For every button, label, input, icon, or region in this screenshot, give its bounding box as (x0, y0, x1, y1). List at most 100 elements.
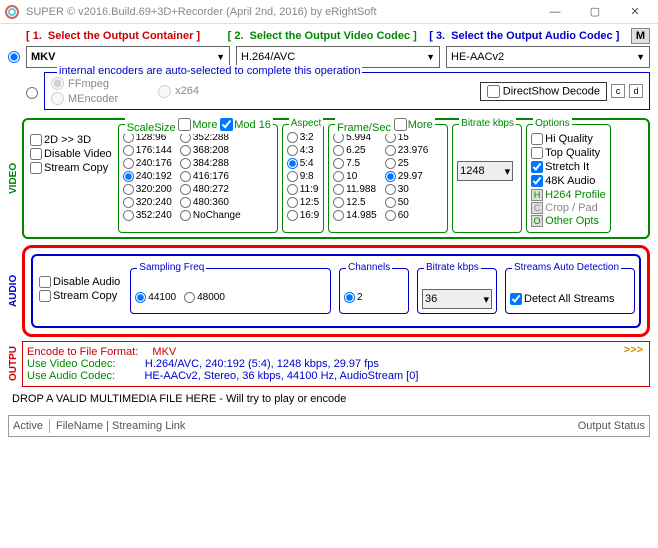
x264-radio[interactable]: x264 (158, 85, 199, 98)
scale-radio[interactable]: 320:200 (123, 184, 172, 195)
audio-section-label: AUDIO (8, 245, 22, 337)
chevron-down-icon: ▾ (483, 293, 489, 306)
app-icon (4, 4, 20, 20)
file-table-header: Active FileName | Streaming Link Output … (8, 415, 650, 437)
48k-audio-checkbox[interactable]: 48K Audio (531, 175, 606, 187)
aspect-radio[interactable]: 12:5 (287, 197, 319, 208)
fps-radio[interactable]: 23.976 (385, 145, 429, 156)
fps-radio[interactable]: 60 (385, 210, 429, 221)
scale-radio[interactable]: NoChange (180, 210, 241, 221)
steps-row: [ 1. Select the Output Container ] [ 2. … (8, 28, 650, 44)
h264-profile-button[interactable]: H (531, 189, 543, 201)
titlebar: SUPER © v2016.Build.69+3D+Recorder (Apri… (0, 0, 658, 24)
mod16-checkbox[interactable]: Mod 16 (220, 118, 271, 131)
sampling-freq-group: Sampling Freq 44100 48000 (130, 268, 331, 314)
fps-radio[interactable]: 10 (333, 171, 377, 182)
step1-num: [ 1. (26, 30, 42, 42)
top-quality-checkbox[interactable]: Top Quality (531, 147, 606, 159)
other-opts-button[interactable]: O (531, 215, 543, 227)
col-status: Output Status (578, 420, 645, 432)
scale-radio[interactable]: 320:240 (123, 197, 172, 208)
detect-streams-checkbox[interactable]: Detect All Streams (510, 293, 630, 305)
output-section: >>> Encode to File Format: MKV Use Video… (22, 341, 650, 387)
output-expand-arrows[interactable]: >>> (624, 344, 643, 356)
freq-44100-radio[interactable]: 44100 (135, 292, 176, 303)
audio-bitrate-group: Bitrate kbps 36▾ (417, 268, 497, 314)
video-section-label: VIDEO (8, 118, 22, 239)
encoder-fieldset: internal encoders are auto-selected to c… (44, 72, 650, 110)
aspect-radio[interactable]: 16:9 (287, 210, 319, 221)
fps-radio[interactable]: 6.25 (333, 145, 377, 156)
scale-radio[interactable]: 384:288 (180, 158, 241, 169)
c-button[interactable]: c (611, 84, 625, 98)
window-title: SUPER © v2016.Build.69+3D+Recorder (Apri… (26, 6, 536, 18)
stream-copy-video-checkbox[interactable]: Stream Copy (30, 162, 112, 174)
scale-radio[interactable]: 240:192 (123, 171, 172, 182)
fps-radio[interactable]: 30 (385, 184, 429, 195)
fps-more-checkbox[interactable]: More (394, 118, 433, 131)
fps-radio[interactable]: 29.97 (385, 171, 429, 182)
channels-2-radio[interactable]: 2 (344, 292, 404, 303)
fps-radio[interactable]: 7.5 (333, 158, 377, 169)
chevron-down-icon: ▼ (216, 52, 225, 62)
fps-radio[interactable]: 14.985 (333, 210, 377, 221)
scale-radio[interactable]: 352:240 (123, 210, 172, 221)
2d-3d-checkbox[interactable]: 2D >> 3D (30, 134, 112, 146)
directshow-button[interactable]: DirectShow Decode (480, 82, 607, 101)
close-button[interactable]: ✕ (616, 2, 654, 22)
hi-quality-checkbox[interactable]: Hi Quality (531, 133, 606, 145)
chevron-down-icon: ▼ (426, 52, 435, 62)
m-button[interactable]: M (631, 28, 650, 44)
stream-copy-audio-checkbox[interactable]: Stream Copy (39, 290, 120, 302)
minimize-button[interactable]: — (536, 2, 574, 22)
stretch-checkbox[interactable]: Stretch It (531, 161, 606, 173)
output-section-label: OUTPU (8, 341, 22, 387)
step1-text: Select the Output Container ] (48, 30, 222, 42)
drop-zone-text[interactable]: DROP A VALID MULTIMEDIA FILE HERE - Will… (8, 387, 650, 411)
scalesize-group: ScaleSize More Mod 16 128:96 176:144 240… (118, 124, 278, 233)
chevron-down-icon: ▾ (505, 165, 511, 178)
fps-radio[interactable]: 11.988 (333, 184, 377, 195)
aspect-radio[interactable]: 4:3 (287, 145, 319, 156)
aspect-group: Aspect 3:2 4:3 5:4 9:8 11:9 12:5 16:9 (282, 124, 324, 233)
d-button[interactable]: d (629, 84, 643, 98)
framerate-group: Frame/Sec More 5.994 6.25 7.5 10 11.988 … (328, 124, 448, 233)
scale-radio[interactable]: 368:208 (180, 145, 241, 156)
step3-num: [ 3. (429, 30, 445, 42)
encoder-legend: internal encoders are auto-selected to c… (57, 65, 362, 77)
freq-48000-radio[interactable]: 48000 (184, 292, 225, 303)
maximize-button[interactable]: ▢ (576, 2, 614, 22)
crop-pad-button[interactable]: C (531, 202, 543, 214)
video-section: 2D >> 3D Disable Video Stream Copy Scale… (22, 118, 650, 239)
scale-radio[interactable]: 480:272 (180, 184, 241, 195)
video-bitrate-select[interactable]: 1248▾ (457, 161, 513, 181)
disable-video-checkbox[interactable]: Disable Video (30, 148, 112, 160)
disable-audio-checkbox[interactable]: Disable Audio (39, 276, 120, 288)
aspect-radio[interactable]: 11:9 (287, 184, 319, 195)
audio-highlight: Disable Audio Stream Copy Sampling Freq … (22, 245, 650, 337)
scale-radio[interactable]: 240:176 (123, 158, 172, 169)
channels-group: Channels 2 (339, 268, 409, 314)
aspect-radio[interactable]: 9:8 (287, 171, 319, 182)
step2-text: Select the Output Video Codec ] (250, 30, 424, 42)
scale-radio[interactable]: 176:144 (123, 145, 172, 156)
video-options-group: Options Hi Quality Top Quality Stretch I… (526, 124, 611, 233)
video-bitrate-group: Bitrate kbps 1248▾ (452, 124, 522, 233)
scale-radio[interactable]: 480:360 (180, 197, 241, 208)
audio-bitrate-select[interactable]: 36▾ (422, 289, 492, 309)
mencoder-radio[interactable]: MEncoder (51, 92, 118, 105)
scale-more-checkbox[interactable]: More (178, 118, 217, 131)
alt-radio[interactable] (26, 87, 38, 99)
audio-section: Disable Audio Stream Copy Sampling Freq … (31, 254, 641, 328)
aspect-radio[interactable]: 5:4 (287, 158, 319, 169)
fps-radio[interactable]: 12.5 (333, 197, 377, 208)
col-filename: FileName | Streaming Link (56, 420, 578, 432)
fps-radio[interactable]: 50 (385, 197, 429, 208)
ffmpeg-radio[interactable]: FFmpeg (51, 77, 118, 90)
step2-num: [ 2. (228, 30, 244, 42)
scale-radio[interactable]: 416:176 (180, 171, 241, 182)
fps-radio[interactable]: 25 (385, 158, 429, 169)
aspect-radio[interactable]: 3:2 (287, 132, 319, 143)
audio-codec-select[interactable]: HE-AACv2▼ (446, 46, 650, 68)
container-radio[interactable] (8, 51, 20, 63)
